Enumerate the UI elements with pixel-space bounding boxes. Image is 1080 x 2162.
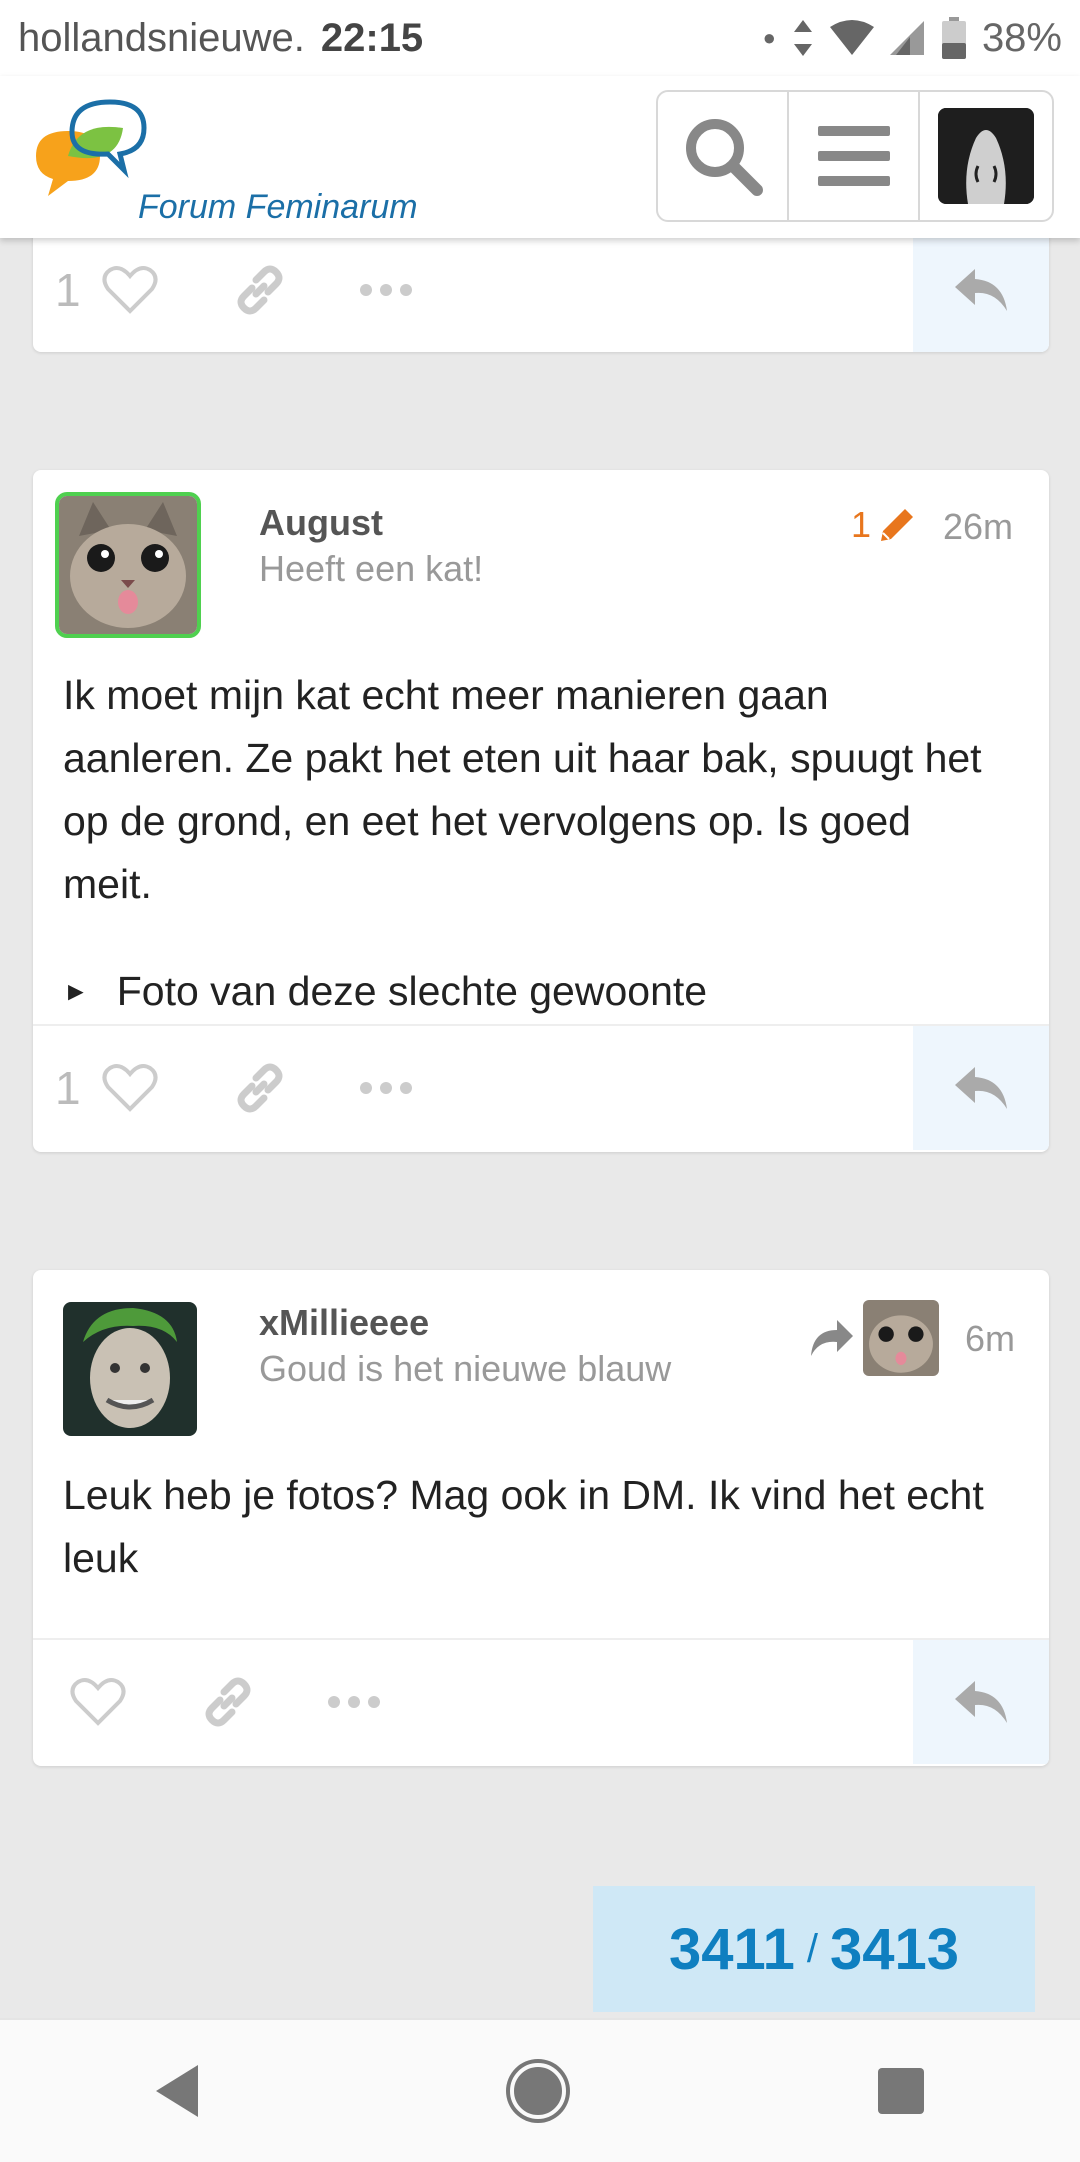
reply-to-avatar — [863, 1300, 939, 1376]
edit-count: 1 — [851, 504, 872, 545]
avatar[interactable] — [63, 1302, 197, 1436]
post-card: August Heeft een kat! 1 26m Ik moet mijn… — [33, 470, 1049, 1152]
logo-text: Forum Feminarum — [138, 188, 418, 226]
clock: 22:15 — [320, 15, 424, 60]
more-actions-button[interactable] — [351, 1081, 421, 1095]
cat-avatar-image — [59, 496, 197, 634]
post-body: Leuk heb je fotos? Mag ook in DM. Ik vin… — [63, 1472, 984, 1581]
reply-icon — [955, 1067, 1007, 1109]
progress-total: 3413 — [829, 1916, 959, 1982]
ellipsis-icon — [328, 1696, 380, 1708]
post-timestamp[interactable]: 6m — [965, 1318, 1015, 1360]
post-card: xMillieeee Goud is het nieuwe blauw 6m L… — [33, 1270, 1049, 1766]
post-body: Ik moet mijn kat echt meer manieren gaan… — [63, 672, 982, 907]
signal-icon — [889, 21, 924, 55]
wifi-icon — [829, 20, 874, 55]
heart-icon — [102, 266, 158, 314]
data-transfer-icon — [793, 20, 812, 56]
ellipsis-icon — [360, 284, 412, 296]
carrier-name: hollandsnieuwe. — [18, 15, 305, 60]
post-actions — [33, 1640, 1049, 1764]
search-button[interactable] — [658, 92, 789, 220]
ellipsis-icon — [360, 1082, 412, 1094]
share-link-button[interactable] — [193, 1674, 263, 1730]
notification-dot-icon: ● — [762, 25, 776, 50]
hamburger-menu-icon — [817, 126, 890, 186]
post-author-title: Heeft een kat! — [259, 548, 484, 589]
edit-history-indicator[interactable]: 1 — [851, 504, 917, 546]
status-bar: hollandsnieuwe. 22:15 ● 38% — [0, 0, 1080, 76]
more-actions-button[interactable] — [319, 1695, 389, 1709]
recent-apps-icon[interactable] — [878, 2068, 924, 2114]
post-author-name[interactable]: August — [259, 502, 383, 544]
current-user-avatar — [937, 108, 1034, 204]
like-button[interactable] — [95, 1063, 165, 1113]
back-icon[interactable] — [156, 2065, 198, 2117]
pencil-icon — [881, 509, 914, 541]
like-count: 1 — [55, 1062, 81, 1114]
battery-icon — [941, 17, 966, 59]
link-icon — [205, 1677, 251, 1727]
reply-button[interactable] — [913, 1640, 1049, 1764]
share-link-button[interactable] — [225, 262, 295, 318]
share-link-button[interactable] — [225, 1060, 295, 1116]
link-icon — [237, 265, 283, 315]
reply-to-arrow-icon — [811, 1320, 853, 1356]
forum-logo[interactable]: Forum Feminarum — [28, 96, 448, 226]
avatar[interactable] — [55, 492, 201, 638]
post-actions: 1 — [33, 1026, 1049, 1150]
joker-avatar-image — [63, 1302, 197, 1436]
post-author-title: Goud is het nieuwe blauw — [259, 1348, 672, 1389]
topic-progress[interactable]: 3411 / 3413 — [593, 1886, 1035, 2012]
reply-button[interactable] — [913, 228, 1049, 352]
home-icon[interactable] — [510, 2063, 566, 2119]
system-navigation-bar — [0, 2018, 1080, 2162]
header-buttons — [656, 90, 1054, 222]
reply-button[interactable] — [913, 1026, 1049, 1150]
like-count: 1 — [55, 264, 81, 316]
disclosure-triangle-icon: ► — [63, 976, 89, 1006]
user-menu-button[interactable] — [920, 92, 1051, 220]
heart-icon — [70, 1678, 126, 1726]
post-author-name[interactable]: xMillieeee — [259, 1302, 429, 1344]
progress-current: 3411 — [669, 1916, 795, 1982]
logo-bubbles-icon — [36, 99, 147, 196]
post-actions: 1 — [33, 228, 1049, 352]
more-actions-button[interactable] — [351, 283, 421, 297]
like-button[interactable] — [63, 1677, 133, 1727]
like-button[interactable] — [95, 265, 165, 315]
menu-button[interactable] — [789, 92, 920, 220]
details-toggle[interactable]: ► Foto van deze slechte gewoonte — [63, 968, 707, 1015]
site-header: Forum Feminarum — [0, 76, 1080, 238]
reply-to-indicator[interactable] — [809, 1300, 939, 1376]
progress-separator: / — [806, 1926, 818, 1971]
search-icon — [685, 119, 763, 196]
heart-icon — [102, 1064, 158, 1112]
details-summary: Foto van deze slechte gewoonte — [116, 968, 708, 1014]
battery-percentage: 38% — [981, 15, 1062, 60]
post-timestamp[interactable]: 26m — [943, 506, 1013, 548]
reply-icon — [955, 269, 1007, 311]
link-icon — [237, 1063, 283, 1113]
reply-icon — [955, 1681, 1007, 1723]
status-icons: ● 38% — [763, 16, 1062, 61]
